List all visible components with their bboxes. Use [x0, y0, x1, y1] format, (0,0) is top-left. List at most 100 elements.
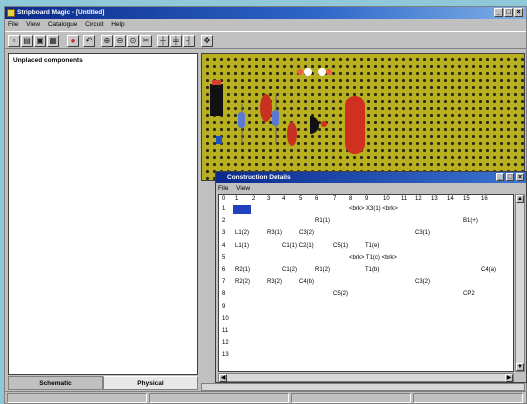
move-icon[interactable]: ✥ [201, 35, 213, 47]
selected-cell [233, 205, 251, 214]
canvas-horizontal-scrollbar[interactable] [201, 383, 525, 391]
column-label: 7 [333, 196, 337, 202]
column-label: 10 [383, 196, 390, 202]
grid-cell[interactable]: R2(1) [235, 267, 250, 273]
grid-cell[interactable]: C4(b) [299, 279, 314, 285]
track-cut-icon[interactable]: ✂ [140, 35, 152, 47]
undo-icon[interactable]: ↶ [83, 35, 95, 47]
cd-minimize-button[interactable]: _ [496, 173, 504, 181]
menu-bar: File View Catalogue Circuit Help [5, 20, 526, 30]
cd-close-button[interactable]: × [516, 173, 524, 181]
link-icon[interactable]: ┼ [157, 35, 169, 47]
grid-cell[interactable]: CP2 [463, 291, 475, 297]
grid-cell[interactable]: C3(2) [299, 230, 314, 236]
grid-cell[interactable]: R1(2) [315, 267, 330, 273]
scroll-right-icon[interactable]: ▶ [505, 374, 513, 382]
grid-cell[interactable]: C5(2) [333, 291, 348, 297]
menu-file[interactable]: File [8, 21, 18, 28]
construction-details-window: Construction Details _ □ × File View 012… [215, 171, 527, 383]
component-icon[interactable]: ╪ [170, 35, 182, 47]
grid-cell[interactable]: L1(2) [235, 230, 249, 236]
close-button[interactable]: × [514, 8, 523, 17]
new-icon[interactable]: ▫ [8, 35, 20, 47]
tab-physical[interactable]: Physical [103, 376, 198, 390]
row-label: 3 [222, 230, 226, 237]
column-label: 3 [267, 196, 271, 202]
view-tabs: Schematic Physical [8, 376, 198, 390]
construction-vertical-scrollbar[interactable]: ▲ ▼ [515, 194, 525, 372]
capacitor-component [287, 122, 297, 146]
scroll-down-icon[interactable]: ▼ [516, 363, 524, 371]
stripboard-canvas[interactable] [201, 53, 525, 181]
zoom-fit-icon[interactable]: ⊙ [127, 35, 139, 47]
column-label: 9 [365, 196, 369, 202]
grid-cell[interactable]: C1(2) [282, 267, 297, 273]
row-label: 10 [222, 315, 229, 322]
column-label: 4 [282, 196, 286, 202]
menu-help[interactable]: Help [111, 21, 124, 28]
grid-cell[interactable]: C3(2) [415, 279, 430, 285]
row-label: 8 [222, 291, 226, 298]
app-icon [7, 9, 15, 17]
construction-grid[interactable]: 0 1 2 3 4 5 6 7 8 9 10 11 12 13 14 15 16 1 2 3 4 5 6 7 8 9 10 11 12… [218, 194, 514, 372]
diode-component [210, 84, 223, 116]
column-label: 2 [252, 196, 256, 202]
status-pane [149, 393, 289, 403]
column-label: 1 [235, 196, 239, 202]
minimize-button[interactable]: _ [494, 8, 503, 17]
grid-cell[interactable]: C3(1) [415, 230, 430, 236]
zoom-out-icon[interactable]: ⊖ [114, 35, 126, 47]
cd-maximize-button[interactable]: □ [506, 173, 514, 181]
save-icon[interactable]: ▣ [34, 35, 46, 47]
grid-cell[interactable]: T1(b) [365, 267, 379, 273]
zoom-in-icon[interactable]: ⊕ [101, 35, 113, 47]
menu-circuit[interactable]: Circuit [85, 21, 103, 28]
grid-cell[interactable]: R1(1) [315, 218, 330, 224]
menu-catalogue[interactable]: Catalogue [48, 21, 78, 28]
maximize-button[interactable]: □ [504, 8, 513, 17]
resistor-component [238, 112, 245, 128]
row-label: 6 [222, 267, 226, 273]
column-label: 0 [222, 196, 226, 202]
hole-marker [297, 69, 303, 75]
grid-cell[interactable]: B1(+) [463, 218, 478, 224]
cd-menu-view[interactable]: View [236, 185, 250, 192]
grid-cell[interactable]: R3(2) [267, 279, 282, 285]
tab-schematic[interactable]: Schematic [8, 376, 103, 390]
cd-menu-file[interactable]: File [218, 185, 228, 192]
grid-cell[interactable]: C1(1) C2(1) [282, 243, 314, 249]
probe-icon[interactable]: ┤ [183, 35, 195, 47]
diode-stripe [212, 80, 221, 85]
row-label: 9 [222, 303, 226, 310]
grid-cell[interactable]: <brk> T1(c) <brk> [349, 255, 397, 261]
menu-view[interactable]: View [26, 21, 40, 28]
grid-cell[interactable]: <brk> X3(1) <brk> [349, 206, 398, 212]
grid-cell[interactable]: L1(1) [235, 243, 249, 249]
grid-cell[interactable]: R3(1) [267, 230, 282, 236]
column-label: 8 [349, 196, 353, 202]
board-components [210, 68, 365, 154]
scroll-up-icon[interactable]: ▲ [516, 195, 524, 203]
grid-cell[interactable]: T1(e) [365, 243, 379, 249]
column-label: 6 [315, 196, 319, 202]
row-label: 2 [222, 218, 226, 225]
resistor-component [272, 110, 279, 126]
row-label: 13 [222, 352, 229, 359]
unplaced-components-panel[interactable]: Unplaced components [8, 53, 198, 375]
grid-cell[interactable]: C4(a) [481, 267, 496, 273]
status-pane [413, 393, 523, 403]
status-pane [7, 393, 147, 403]
open-icon[interactable]: ▤ [21, 35, 33, 47]
capacitor-component [260, 94, 272, 122]
construction-menu: File View [218, 184, 526, 193]
title-bar: Stripboard Magic - [Untitled] _ □ × [5, 7, 526, 19]
stop-icon[interactable]: ● [67, 35, 79, 47]
print-icon[interactable]: ▦ [47, 35, 59, 47]
construction-horizontal-scrollbar[interactable]: ◀ ▶ [218, 373, 514, 382]
hole-marker [326, 69, 332, 75]
scroll-left-icon[interactable]: ◀ [219, 374, 227, 382]
grid-cell[interactable]: R2(2) [235, 279, 250, 285]
column-label: 14 [447, 196, 454, 202]
grid-cell[interactable]: C5(1) [333, 243, 348, 249]
column-label: 5 [299, 196, 303, 202]
